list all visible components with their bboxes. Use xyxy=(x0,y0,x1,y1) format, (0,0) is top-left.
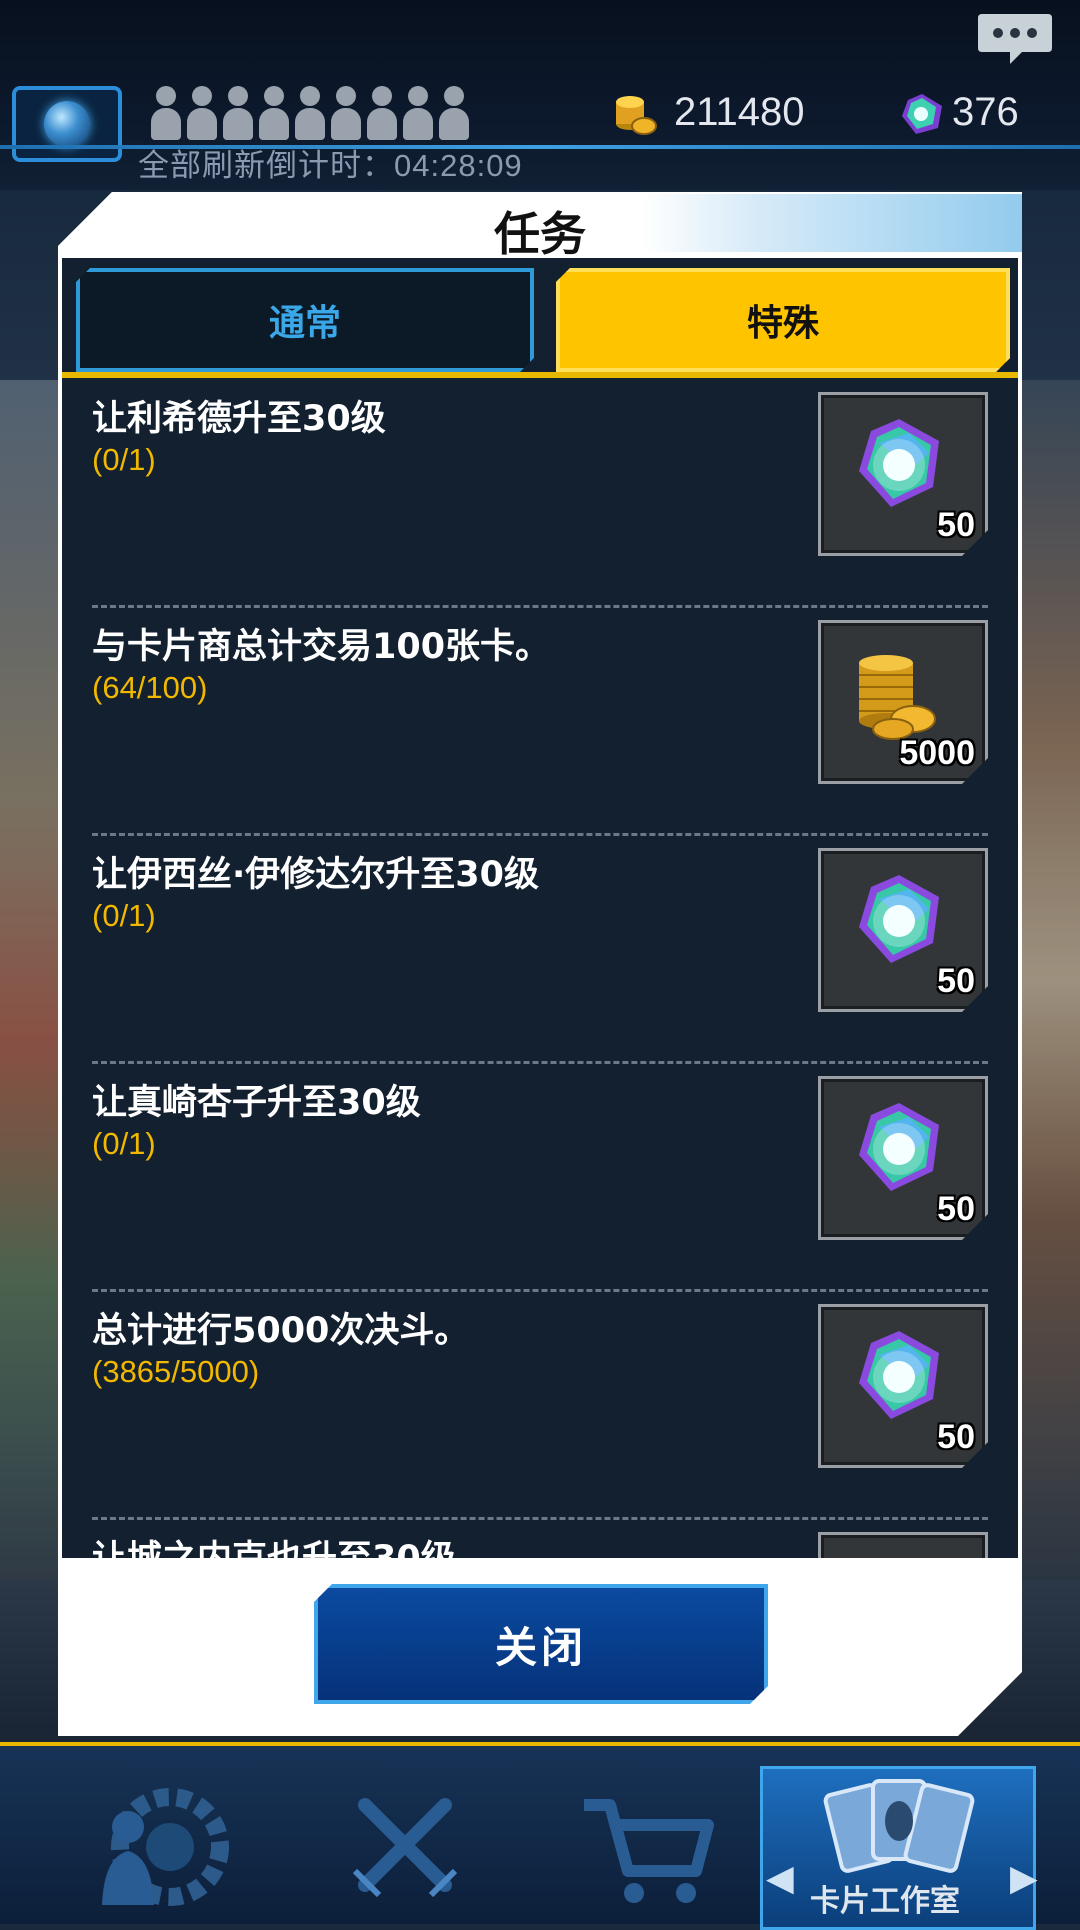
mission-item: 总计进行5000次决斗。 (3865/5000) 50 xyxy=(62,1292,1018,1520)
mission-progress: (3865/5000) xyxy=(92,1354,260,1389)
coin-stack-icon xyxy=(849,641,949,741)
mission-title: 总计进行5000次决斗。 xyxy=(92,1311,470,1351)
mission-list[interactable]: 让利希德升至30级 (0/1) 50 与卡片商总计交易100张卡。 (64/10… xyxy=(62,380,1018,1558)
tab-normal[interactable]: 通常 xyxy=(76,268,534,372)
mission-progress: (0/1) xyxy=(92,442,156,477)
mission-progress: (64/100) xyxy=(92,670,208,705)
mission-progress: (0/1) xyxy=(92,1126,156,1161)
mission-title: 让真崎杏子升至30级 xyxy=(92,1083,421,1123)
tab-special[interactable]: 特殊 xyxy=(556,268,1010,372)
mission-item: 让伊西丝·伊修达尔升至30级 (0/1) 50 xyxy=(62,836,1018,1064)
nav-shop[interactable] xyxy=(530,1766,760,1924)
reward-box[interactable]: 50 xyxy=(818,392,988,556)
top-hud: 211480 376 全部刷新倒计时：04:28:09 xyxy=(0,0,1080,190)
mission-item: 与卡片商总计交易100张卡。 (64/100) 5000 xyxy=(62,608,1018,836)
reward-amount: 50 xyxy=(937,506,975,544)
chat-icon[interactable] xyxy=(976,10,1054,66)
dialog-content: 通常 特殊 让利希德升至30级 (0/1) 50 与卡片商总计交易100张卡。 … xyxy=(62,258,1018,1558)
mission-title: 与卡片商总计交易100张卡。 xyxy=(92,627,551,667)
friend-avatar-row xyxy=(150,86,470,142)
cards-icon xyxy=(823,1779,975,1873)
mission-dialog: 任务 通常 特殊 让利希德升至30级 (0/1) 50 与卡片商总计交易100张… xyxy=(58,192,1022,1736)
crossed-swords-icon xyxy=(352,1798,458,1898)
nav-duelist[interactable] xyxy=(40,1766,270,1924)
reward-box[interactable] xyxy=(818,1532,988,1558)
coin-balance: 211480 xyxy=(674,90,805,134)
reward-box[interactable]: 50 xyxy=(818,1076,988,1240)
nav-left-arrow-icon[interactable]: ◀ xyxy=(766,1858,794,1899)
reward-amount: 50 xyxy=(937,1418,975,1456)
gem-icon xyxy=(849,869,949,969)
gem-balance: 376 xyxy=(952,90,1019,134)
background-building-right xyxy=(1020,380,1080,1580)
mission-item: 让利希德升至30级 (0/1) 50 xyxy=(62,380,1018,608)
dialog-header: 任务 xyxy=(58,192,1022,261)
mission-title: 让城之内克也升至30级 xyxy=(92,1530,456,1558)
reward-box[interactable]: 50 xyxy=(818,848,988,1012)
avatar-icon xyxy=(330,86,362,142)
gem-icon xyxy=(902,94,942,134)
reward-box[interactable]: 50 xyxy=(818,1304,988,1468)
mission-title: 让伊西丝·伊修达尔升至30级 xyxy=(92,855,540,895)
gear-avatar-icon xyxy=(102,1788,229,1906)
avatar-icon xyxy=(438,86,470,142)
gem-icon xyxy=(849,413,949,513)
mission-title: 让利希德升至30级 xyxy=(92,399,386,439)
gem-icon xyxy=(849,1325,949,1425)
reward-amount: 50 xyxy=(937,962,975,1000)
mission-item: 让真崎杏子升至30级 (0/1) 50 xyxy=(62,1064,1018,1292)
dialog-title: 任务 xyxy=(494,207,586,261)
world-button[interactable] xyxy=(12,86,122,162)
avatar-icon xyxy=(222,86,254,142)
tab-underline xyxy=(62,372,1018,378)
globe-icon xyxy=(44,101,90,147)
reward-box[interactable]: 5000 xyxy=(818,620,988,784)
nav-duel[interactable] xyxy=(290,1766,520,1924)
coin-icon xyxy=(616,96,657,135)
close-button[interactable]: 关闭 xyxy=(314,1584,768,1704)
avatar-icon xyxy=(258,86,290,142)
avatar-icon xyxy=(294,86,326,142)
refresh-countdown: 全部刷新倒计时：04:28:09 xyxy=(138,148,523,183)
avatar-icon xyxy=(150,86,182,142)
mission-item: 让城之内克也升至30级 xyxy=(62,1520,1018,1558)
background-building-left xyxy=(0,380,60,1580)
shop-cart-icon xyxy=(584,1799,714,1903)
avatar-icon xyxy=(186,86,218,142)
reward-amount: 50 xyxy=(937,1190,975,1228)
nav-right-arrow-icon[interactable]: ▶ xyxy=(1010,1858,1038,1899)
gem-icon xyxy=(849,1097,949,1197)
reward-amount: 5000 xyxy=(899,734,975,772)
avatar-icon xyxy=(402,86,434,142)
mission-progress: (0/1) xyxy=(92,898,156,933)
avatar-icon xyxy=(366,86,398,142)
nav-card-studio-label: 卡片工作室 xyxy=(810,1884,960,1919)
